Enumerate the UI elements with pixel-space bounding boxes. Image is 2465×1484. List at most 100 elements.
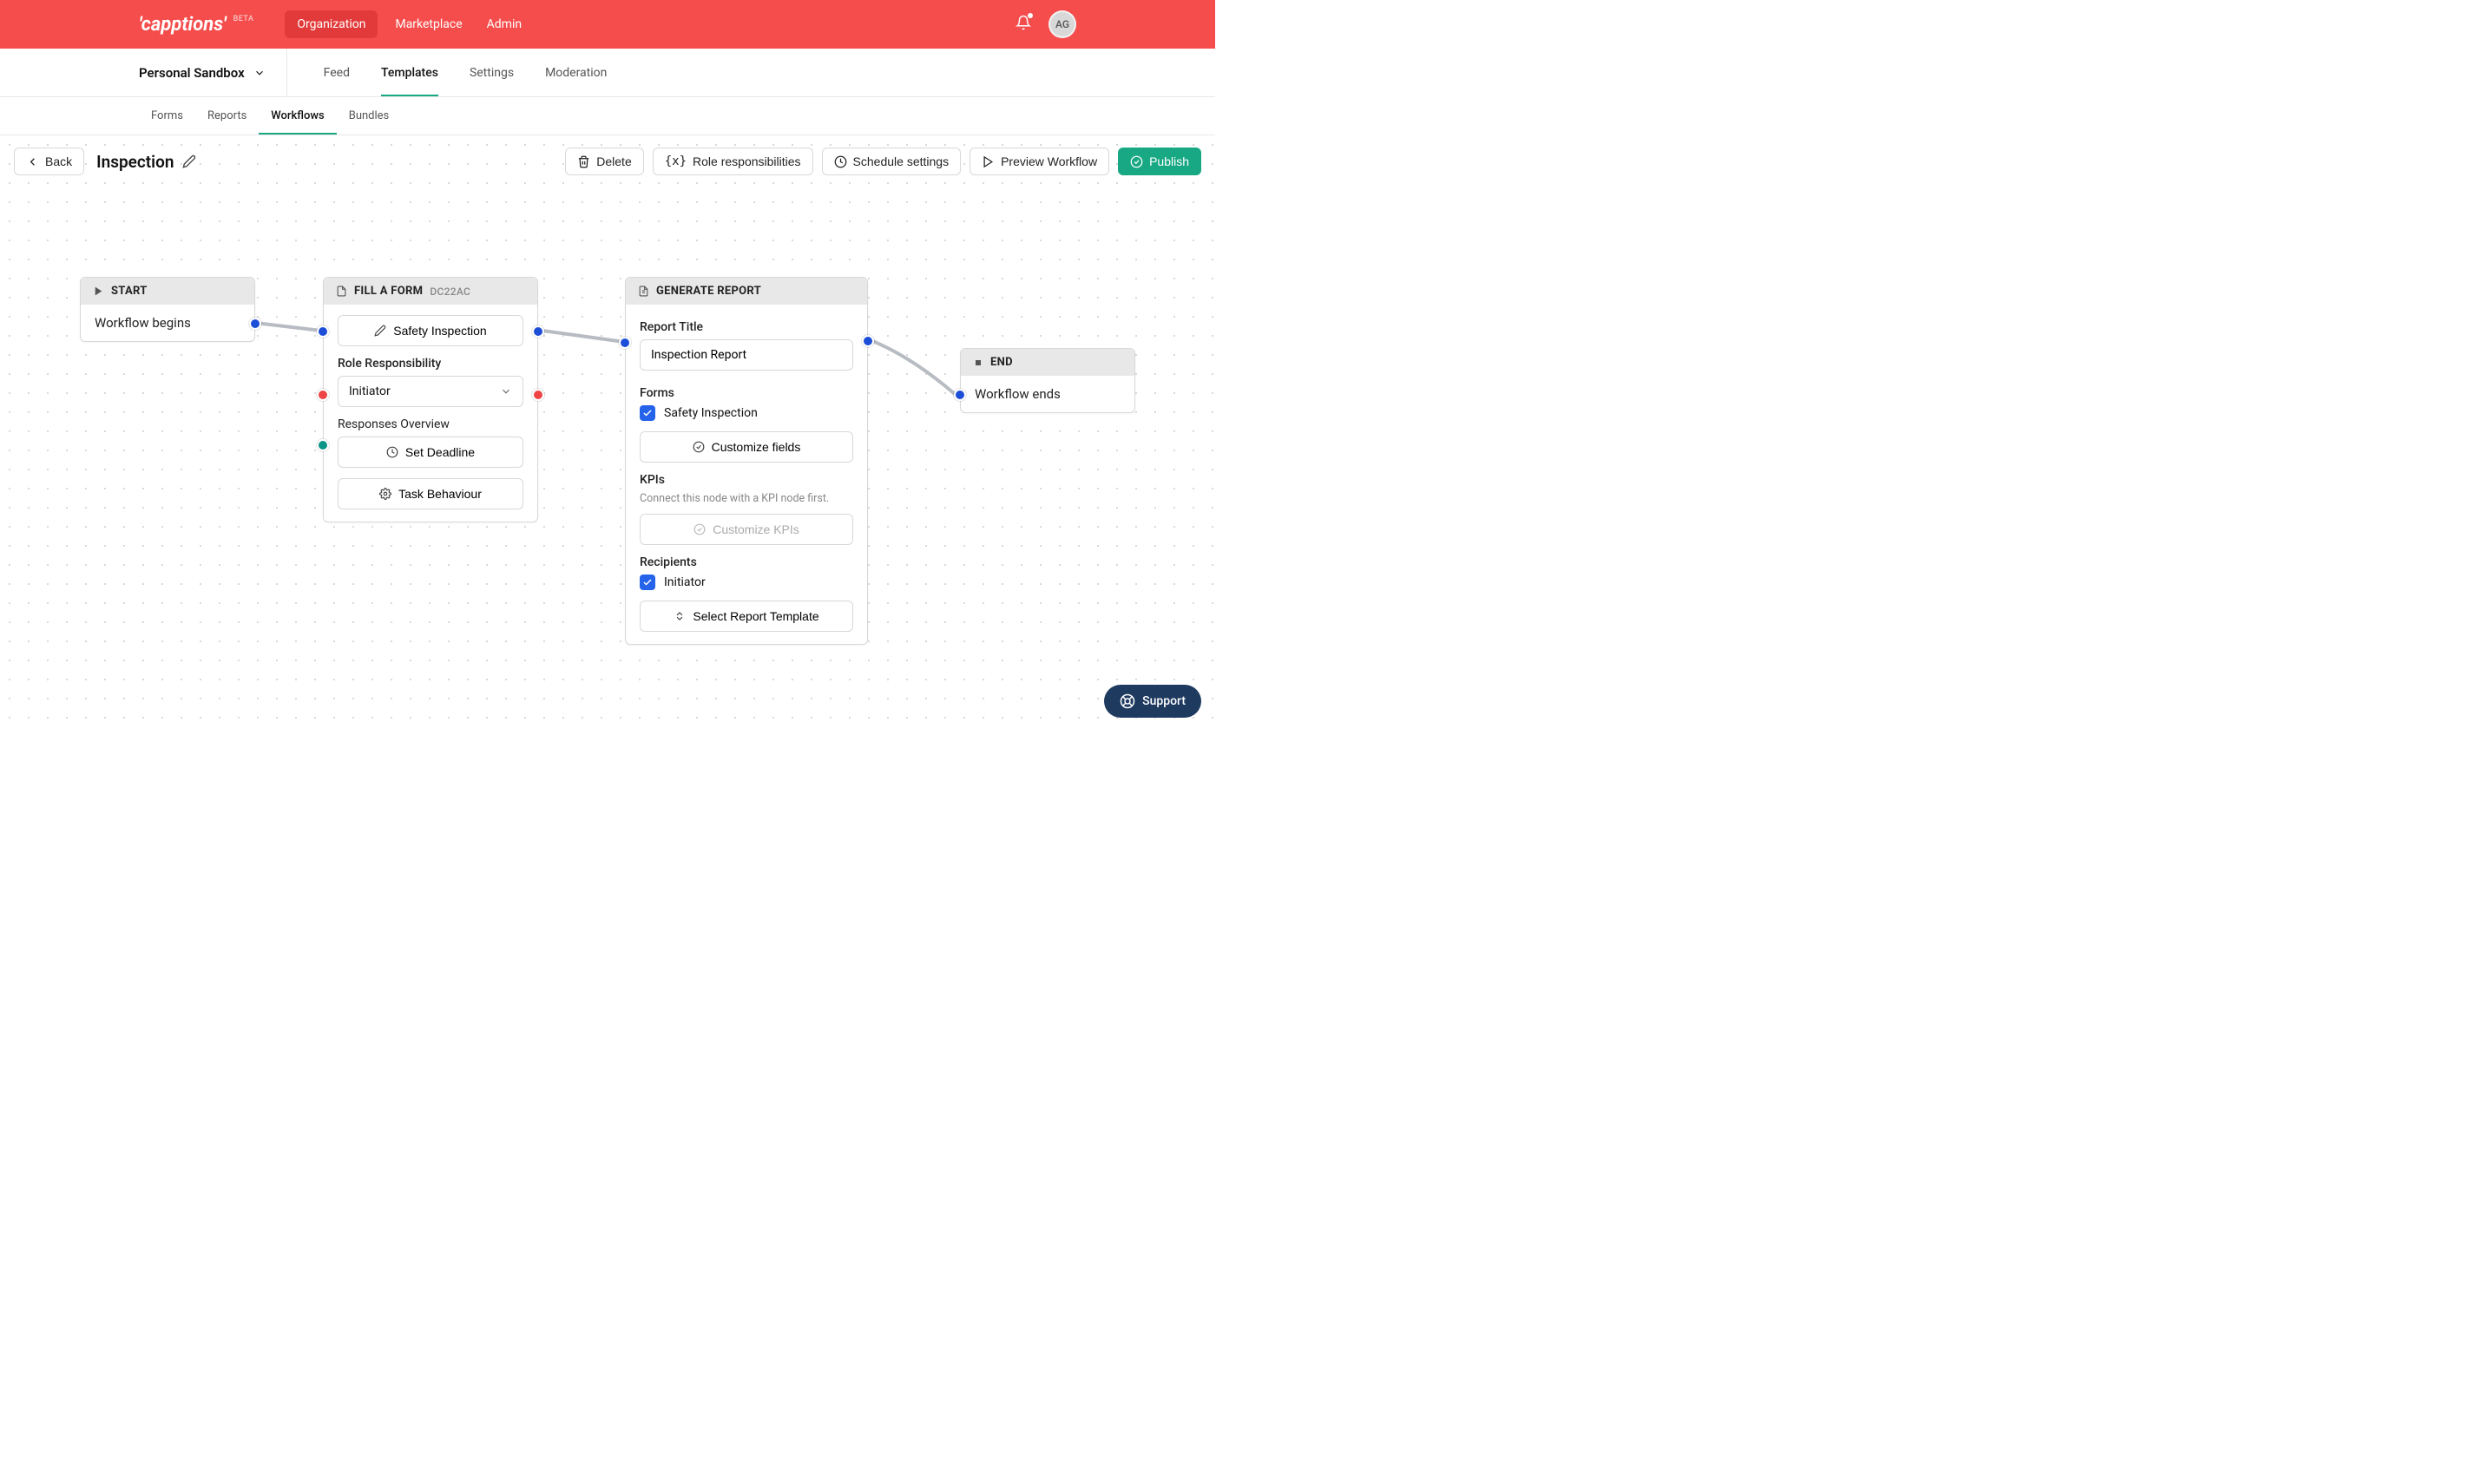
node-start[interactable]: START Workflow begins <box>80 277 255 342</box>
node-form-code: DC22AC <box>430 286 470 298</box>
delete-label: Delete <box>596 154 631 168</box>
subtab-workflows[interactable]: Workflows <box>259 97 336 135</box>
support-button[interactable]: Support <box>1104 685 1201 718</box>
form-item-row[interactable]: Safety Inspection <box>640 405 853 421</box>
sort-icon <box>674 610 686 622</box>
port-report-in[interactable] <box>619 337 631 349</box>
select-report-template-label: Select Report Template <box>693 609 818 623</box>
workflow-canvas[interactable]: Back Inspection Delete {x} Role responsi… <box>0 135 1215 732</box>
tab-templates[interactable]: Templates <box>365 49 454 96</box>
report-title-label: Report Title <box>640 320 853 334</box>
user-avatar[interactable]: AG <box>1048 10 1076 38</box>
gear-icon <box>379 488 391 500</box>
role-responsibility-label: Role Responsibility <box>338 357 523 371</box>
customize-fields-button[interactable]: Customize fields <box>640 431 853 463</box>
app-logo: 'capptions' <box>139 14 227 36</box>
check-circle-icon <box>1130 155 1143 168</box>
tab-feed[interactable]: Feed <box>308 49 365 96</box>
workspace-selector[interactable]: Personal Sandbox <box>139 49 287 96</box>
publish-label: Publish <box>1149 154 1189 168</box>
back-label: Back <box>45 154 72 168</box>
checkbox-checked-icon <box>640 575 655 590</box>
role-responsibility-value: Initiator <box>349 384 391 398</box>
role-resp-label: Role responsibilities <box>693 154 801 168</box>
trash-icon <box>577 155 590 168</box>
play-icon <box>982 155 995 168</box>
kpis-hint: Connect this node with a KPI node first. <box>640 492 853 505</box>
port-start-out[interactable] <box>249 318 261 330</box>
play-solid-icon <box>93 286 104 297</box>
schedule-settings-button[interactable]: Schedule settings <box>822 148 962 175</box>
node-end-title: END <box>990 356 1013 369</box>
beta-badge: BETA <box>233 15 254 23</box>
role-responsibility-select[interactable]: Initiator <box>338 376 523 407</box>
select-report-template-button[interactable]: Select Report Template <box>640 601 853 632</box>
delete-button[interactable]: Delete <box>565 148 643 175</box>
node-report-title: GENERATE REPORT <box>656 285 761 298</box>
port-form-overview[interactable] <box>317 439 329 451</box>
publish-button[interactable]: Publish <box>1118 148 1201 175</box>
preview-workflow-button[interactable]: Preview Workflow <box>970 148 1109 175</box>
bell-icon[interactable] <box>1016 15 1031 34</box>
workflow-title-text: Inspection <box>96 152 174 172</box>
customize-kpis-button: Customize KPIs <box>640 514 853 545</box>
responses-overview-label: Responses Overview <box>338 417 523 431</box>
subtab-forms[interactable]: Forms <box>139 97 195 135</box>
kpis-label: KPIs <box>640 473 853 487</box>
port-form-role-right[interactable] <box>532 389 544 401</box>
back-button[interactable]: Back <box>14 148 84 175</box>
set-deadline-button[interactable]: Set Deadline <box>338 437 523 468</box>
file-icon <box>336 286 347 297</box>
workflow-title: Inspection <box>96 152 196 172</box>
set-deadline-label: Set Deadline <box>405 445 475 459</box>
role-responsibilities-button[interactable]: {x} Role responsibilities <box>653 148 813 175</box>
port-end-in[interactable] <box>954 389 966 401</box>
node-end-body: Workflow ends <box>975 386 1121 402</box>
nav-marketplace[interactable]: Marketplace <box>383 10 474 38</box>
support-label: Support <box>1142 694 1186 708</box>
recipient-item-label: Initiator <box>664 575 706 589</box>
node-end[interactable]: END Workflow ends <box>960 348 1135 413</box>
nav-admin[interactable]: Admin <box>475 10 534 38</box>
workspace-nav: Personal Sandbox Feed Templates Settings… <box>0 49 1215 97</box>
braces-icon: {x} <box>665 154 687 168</box>
nav-organization[interactable]: Organization <box>285 10 378 38</box>
schedule-label: Schedule settings <box>853 154 950 168</box>
chevron-down-icon <box>500 385 512 397</box>
node-generate-report[interactable]: GENERATE REPORT Report Title Forms Safet… <box>625 277 868 645</box>
preview-label: Preview Workflow <box>1001 154 1097 168</box>
port-form-role-left[interactable] <box>317 389 329 401</box>
subtab-reports[interactable]: Reports <box>195 97 259 135</box>
task-behaviour-button[interactable]: Task Behaviour <box>338 478 523 509</box>
select-form-label: Safety Inspection <box>393 324 486 338</box>
chevron-left-icon <box>26 155 39 168</box>
edit-icon[interactable] <box>182 154 196 168</box>
port-form-out[interactable] <box>532 325 544 338</box>
report-title-input[interactable] <box>640 339 853 371</box>
node-fill-form[interactable]: FILL A FORM DC22AC Safety Inspection Rol… <box>323 277 538 522</box>
task-behaviour-label: Task Behaviour <box>398 487 482 501</box>
file-report-icon <box>638 286 649 297</box>
edge-layer <box>0 135 1215 732</box>
port-report-out[interactable] <box>862 335 874 347</box>
checkbox-checked-icon <box>640 405 655 421</box>
recipient-item-row[interactable]: Initiator <box>640 575 853 590</box>
node-start-body: Workflow begins <box>95 315 240 331</box>
templates-subnav: Forms Reports Workflows Bundles <box>0 97 1215 135</box>
clock-icon <box>386 446 398 458</box>
check-circle-icon <box>693 523 706 535</box>
chevron-down-icon <box>253 67 266 79</box>
tab-moderation[interactable]: Moderation <box>529 49 622 96</box>
tab-settings[interactable]: Settings <box>454 49 529 96</box>
clock-icon <box>834 155 847 168</box>
customize-fields-label: Customize fields <box>712 440 801 454</box>
check-circle-icon <box>693 441 705 453</box>
subtab-bundles[interactable]: Bundles <box>337 97 402 135</box>
forms-label: Forms <box>640 386 853 400</box>
recipients-label: Recipients <box>640 555 853 569</box>
node-start-title: START <box>111 285 148 298</box>
port-form-in[interactable] <box>317 325 329 338</box>
form-item-label: Safety Inspection <box>664 406 758 420</box>
select-form-button[interactable]: Safety Inspection <box>338 315 523 346</box>
edit-icon <box>374 325 386 337</box>
